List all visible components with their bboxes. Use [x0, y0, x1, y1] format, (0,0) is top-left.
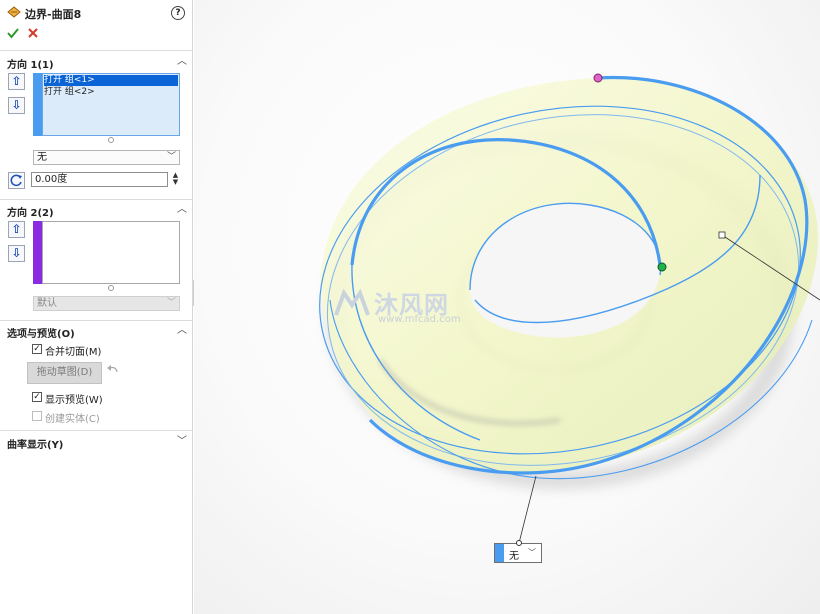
angle-input[interactable]: 0.00度: [31, 172, 168, 187]
direction1-curve-list[interactable]: 打开 组<1> 打开 组<2>: [42, 73, 180, 136]
collapse-chevron-up-icon[interactable]: ︿: [176, 325, 188, 337]
feature-title: 边界-曲面8: [25, 8, 82, 21]
graphics-viewport[interactable]: 沐风网 www.mfcad.com 无 ﹀: [194, 0, 820, 614]
angle-value: 0.00度: [35, 174, 68, 185]
resize-grip-icon[interactable]: [108, 285, 114, 291]
property-manager-panel: 边界-曲面8 ? 方向 1(1) ︿ ⇧ ⇩ 打开 组<1> 打开 组<2> 无…: [0, 0, 193, 614]
chevron-down-icon: ﹀: [166, 152, 176, 162]
chevron-down-icon: ﹀: [528, 548, 536, 557]
callout-color-bar: [495, 544, 504, 562]
tangency-value: 默认: [37, 298, 57, 309]
show-preview-label: 显示预览(W): [45, 395, 103, 406]
list-item-selected[interactable]: 打开 组<1>: [44, 75, 178, 86]
watermark-logo: [332, 287, 372, 321]
move-up-button[interactable]: ⇧: [8, 221, 25, 238]
drag-sketch-button[interactable]: 拖动草图(D): [27, 362, 102, 384]
merge-faces-label: 合并切面(M): [45, 347, 102, 358]
angle-spinner[interactable]: ▲ ▼: [171, 172, 180, 187]
direction2-curve-list[interactable]: [42, 221, 180, 284]
move-down-button[interactable]: ⇩: [8, 245, 25, 262]
merge-faces-checkbox[interactable]: ✓: [32, 344, 42, 354]
chevron-down-icon: ﹀: [166, 298, 176, 308]
move-up-button[interactable]: ⇧: [8, 73, 25, 90]
direction2-title: 方向 2(2): [7, 208, 54, 219]
feature-icon: [7, 6, 21, 18]
tangency-value: 无: [37, 152, 47, 163]
move-down-button[interactable]: ⇩: [8, 97, 25, 114]
callout-value: 无: [509, 551, 519, 562]
direction1-tangency-select[interactable]: 无 ﹀: [33, 150, 180, 165]
list-item[interactable]: 打开 组<2>: [44, 87, 178, 98]
collapse-chevron-up-icon[interactable]: ︿: [176, 56, 188, 68]
callout-anchor-point: [516, 540, 522, 546]
help-icon[interactable]: ?: [171, 6, 185, 20]
collapse-chevron-up-icon[interactable]: ︿: [176, 204, 188, 216]
ok-check-icon[interactable]: [7, 27, 19, 39]
direction1-accent-bar: [33, 73, 42, 136]
green-handle-point: [657, 262, 667, 272]
direction2-accent-bar: [33, 221, 42, 284]
expand-chevron-down-icon[interactable]: ﹀: [176, 436, 188, 448]
show-preview-checkbox[interactable]: ✓: [32, 392, 42, 402]
surface-model[interactable]: [194, 0, 820, 614]
direction2-tangency-select[interactable]: 默认 ﹀: [33, 296, 180, 311]
resize-grip-icon[interactable]: [108, 137, 114, 143]
cancel-x-icon[interactable]: [28, 28, 38, 38]
tangency-callout[interactable]: 无 ﹀: [494, 543, 542, 563]
options-title: 选项与预览(O): [7, 329, 75, 340]
direction1-title: 方向 1(1): [7, 60, 54, 71]
watermark-url: www.mfcad.com: [378, 314, 461, 325]
rotate-icon[interactable]: [8, 172, 25, 189]
undo-icon[interactable]: [106, 364, 120, 376]
create-solid-checkbox[interactable]: [32, 411, 42, 421]
create-solid-label: 创建实体(C): [45, 414, 100, 425]
pink-handle-point: [593, 73, 603, 83]
curvature-title: 曲率显示(Y): [7, 440, 64, 451]
